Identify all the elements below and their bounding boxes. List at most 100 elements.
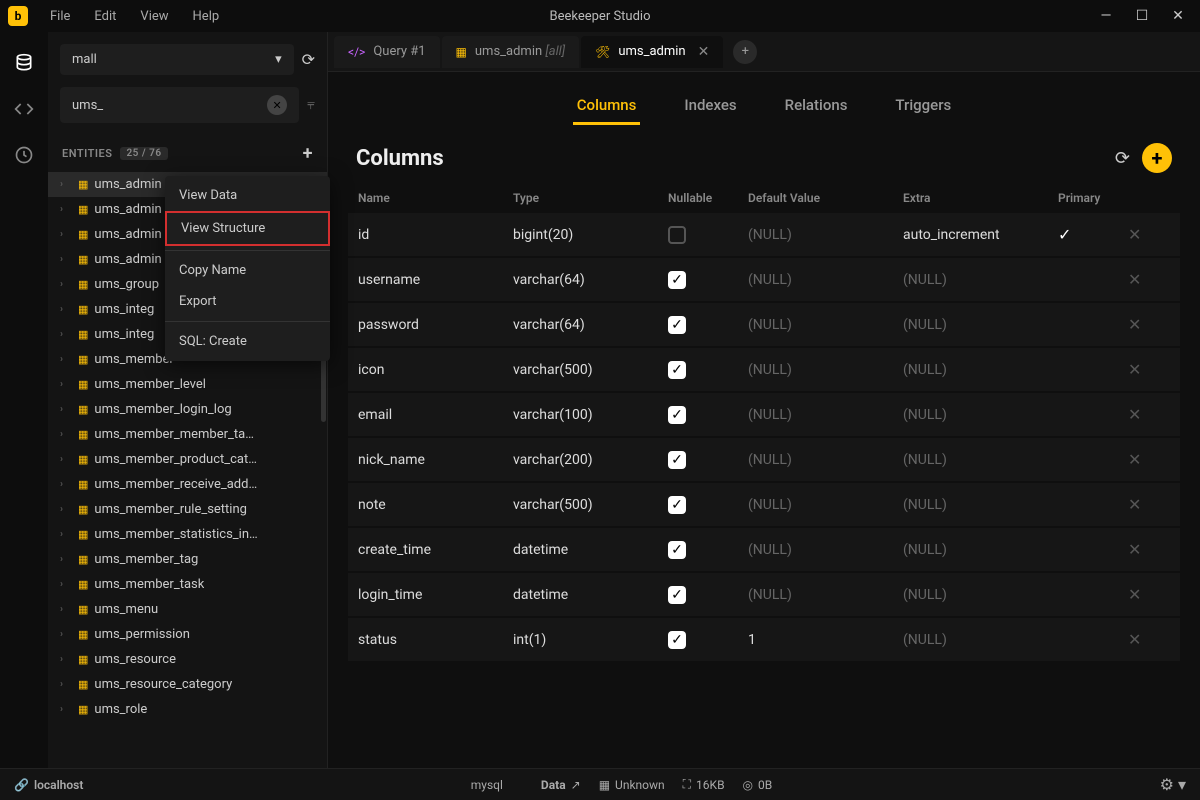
- table-icon: ▦: [78, 253, 88, 266]
- column-row[interactable]: passwordvarchar(64)✓(NULL)(NULL)✕: [348, 303, 1180, 346]
- add-column-button[interactable]: +: [1142, 143, 1172, 173]
- entity-name: ums_member_member_ta…: [94, 427, 253, 442]
- context-menu-item[interactable]: View Data: [165, 180, 330, 211]
- nullable-checkbox[interactable]: ✓: [668, 586, 686, 604]
- entity-item[interactable]: ›▦ums_member_task: [48, 572, 327, 597]
- nullable-checkbox[interactable]: ✓: [668, 541, 686, 559]
- entity-item[interactable]: ›▦ums_resource_category: [48, 672, 327, 697]
- entity-item[interactable]: ›▦ums_resource: [48, 647, 327, 672]
- filter-input[interactable]: [72, 98, 267, 113]
- chevron-right-icon: ›: [60, 304, 72, 315]
- menu-help[interactable]: Help: [183, 5, 230, 28]
- filter-icon[interactable]: ⫧: [307, 97, 315, 113]
- table-icon: ▦: [78, 303, 88, 316]
- settings-icon[interactable]: ⚙ ▾: [1160, 775, 1186, 794]
- chevron-right-icon: ›: [60, 229, 72, 240]
- menu-edit[interactable]: Edit: [84, 5, 126, 28]
- entity-name: ums_admin: [94, 252, 161, 267]
- entity-item[interactable]: ›▦ums_member_member_ta…: [48, 422, 327, 447]
- nullable-checkbox[interactable]: ✓: [668, 361, 686, 379]
- delete-column-button[interactable]: ✕: [1128, 585, 1141, 604]
- table-icon: ▦: [78, 278, 88, 291]
- target-icon: ◎: [743, 778, 753, 792]
- column-row[interactable]: iconvarchar(500)✓(NULL)(NULL)✕: [348, 348, 1180, 391]
- entity-item[interactable]: ›▦ums_member_level: [48, 372, 327, 397]
- entity-name: ums_group: [94, 277, 159, 292]
- entity-name: ums_member_task: [94, 577, 204, 592]
- minimize-button[interactable]: —: [1092, 2, 1120, 30]
- primary-check-icon: ✓: [1058, 225, 1071, 244]
- refresh-db-button[interactable]: ⟳: [302, 50, 315, 69]
- delete-column-button[interactable]: ✕: [1128, 540, 1141, 559]
- nullable-checkbox[interactable]: ✓: [668, 631, 686, 649]
- code-icon[interactable]: [13, 98, 35, 120]
- nullable-checkbox[interactable]: ✓: [668, 406, 686, 424]
- entity-item[interactable]: ›▦ums_member_login_log: [48, 397, 327, 422]
- clear-filter-button[interactable]: ✕: [267, 95, 287, 115]
- close-tab-button[interactable]: ✕: [698, 44, 710, 60]
- chevron-right-icon: ›: [60, 504, 72, 515]
- column-row[interactable]: create_timedatetime✓(NULL)(NULL)✕: [348, 528, 1180, 571]
- chevron-right-icon: ›: [60, 404, 72, 415]
- sub-tab-indexes[interactable]: Indexes: [680, 88, 740, 125]
- entity-item[interactable]: ›▦ums_role: [48, 697, 327, 722]
- sub-tab-columns[interactable]: Columns: [573, 88, 641, 125]
- editor-tab[interactable]: </>Query #1: [334, 36, 440, 68]
- delete-column-button[interactable]: ✕: [1128, 405, 1141, 424]
- chevron-right-icon: ›: [60, 479, 72, 490]
- editor-tab[interactable]: 🛠ums_admin✕: [581, 36, 723, 68]
- table-icon: ▦: [78, 503, 88, 516]
- new-tab-button[interactable]: +: [733, 40, 757, 64]
- entity-item[interactable]: ›▦ums_member_tag: [48, 547, 327, 572]
- database-selector[interactable]: mall▾: [60, 44, 294, 75]
- sub-tab-relations[interactable]: Relations: [781, 88, 852, 125]
- column-row[interactable]: idbigint(20)(NULL)auto_increment✓✕: [348, 213, 1180, 256]
- context-menu-item[interactable]: Export: [165, 286, 330, 317]
- nullable-checkbox[interactable]: ✓: [668, 271, 686, 289]
- column-row[interactable]: login_timedatetime✓(NULL)(NULL)✕: [348, 573, 1180, 616]
- nullable-checkbox[interactable]: ✓: [668, 316, 686, 334]
- delete-column-button[interactable]: ✕: [1128, 630, 1141, 649]
- table-icon: ▦: [78, 428, 88, 441]
- entity-item[interactable]: ›▦ums_permission: [48, 622, 327, 647]
- entity-item[interactable]: ›▦ums_menu: [48, 597, 327, 622]
- connection-host[interactable]: 🔗 localhost: [14, 778, 83, 792]
- maximize-button[interactable]: ☐: [1128, 2, 1156, 30]
- entity-item[interactable]: ›▦ums_member_rule_setting: [48, 497, 327, 522]
- refresh-columns-button[interactable]: ⟳: [1115, 148, 1130, 169]
- column-row[interactable]: emailvarchar(100)✓(NULL)(NULL)✕: [348, 393, 1180, 436]
- column-row[interactable]: notevarchar(500)✓(NULL)(NULL)✕: [348, 483, 1180, 526]
- menu-view[interactable]: View: [130, 5, 178, 28]
- close-button[interactable]: ✕: [1164, 2, 1192, 30]
- context-menu-item[interactable]: SQL: Create: [165, 326, 330, 357]
- entities-header: ENTITIES 25 / 76 +: [48, 135, 327, 172]
- sub-tab-triggers[interactable]: Triggers: [891, 88, 955, 125]
- database-icon[interactable]: [13, 52, 35, 74]
- delete-column-button[interactable]: ✕: [1128, 315, 1141, 334]
- column-row[interactable]: statusint(1)✓1(NULL)✕: [348, 618, 1180, 661]
- history-icon[interactable]: [13, 144, 35, 166]
- entity-item[interactable]: ›▦ums_member_statistics_in…: [48, 522, 327, 547]
- data-status[interactable]: Data↗: [541, 778, 581, 792]
- add-entity-button[interactable]: +: [303, 143, 313, 164]
- delete-column-button[interactable]: ✕: [1128, 270, 1141, 289]
- menu-file[interactable]: File: [40, 5, 80, 28]
- delete-column-button[interactable]: ✕: [1128, 450, 1141, 469]
- editor-tab[interactable]: ▦ums_admin [all]: [442, 36, 580, 68]
- table-icon: ▦: [78, 378, 88, 391]
- chevron-right-icon: ›: [60, 654, 72, 665]
- column-row[interactable]: usernamevarchar(64)✓(NULL)(NULL)✕: [348, 258, 1180, 301]
- context-menu-item[interactable]: Copy Name: [165, 255, 330, 286]
- entity-item[interactable]: ›▦ums_member_receive_add…: [48, 472, 327, 497]
- nullable-checkbox[interactable]: ✓: [668, 451, 686, 469]
- delete-column-button[interactable]: ✕: [1128, 360, 1141, 379]
- entity-item[interactable]: ›▦ums_member_product_cat…: [48, 447, 327, 472]
- delete-column-button[interactable]: ✕: [1128, 495, 1141, 514]
- chevron-down-icon: ▾: [275, 52, 282, 67]
- context-menu-item[interactable]: View Structure: [165, 211, 330, 246]
- nullable-checkbox[interactable]: ✓: [668, 496, 686, 514]
- delete-column-button[interactable]: ✕: [1128, 225, 1141, 244]
- nullable-checkbox[interactable]: [668, 226, 686, 244]
- column-row[interactable]: nick_namevarchar(200)✓(NULL)(NULL)✕: [348, 438, 1180, 481]
- grid-icon: ▦: [599, 778, 610, 792]
